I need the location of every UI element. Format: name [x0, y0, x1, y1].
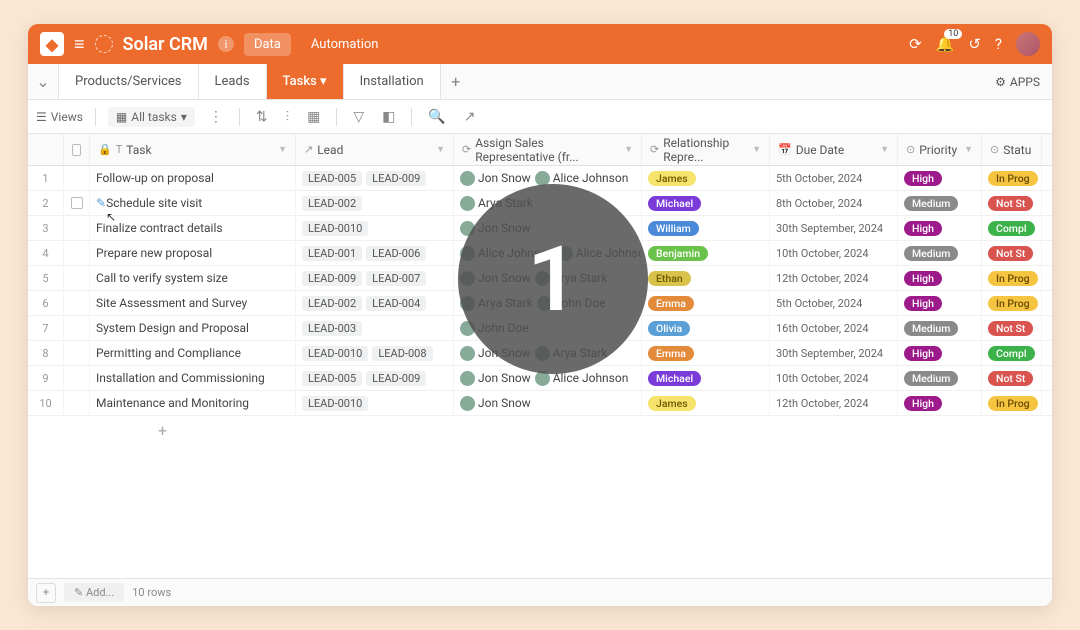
filter-icon[interactable]: ▽ [349, 107, 368, 127]
table-row[interactable]: 10Maintenance and MonitoringLEAD-0010Jon… [28, 391, 1052, 416]
sheet-tab-productsservices[interactable]: Products/Services [58, 64, 199, 99]
sheet-tab-tasks[interactable]: Tasks ▾ [267, 64, 344, 99]
table-row[interactable]: 1Follow-up on proposalLEAD-005LEAD-009Jo… [28, 166, 1052, 191]
col-lead[interactable]: ↗ Lead▼ [296, 134, 454, 165]
info-icon[interactable]: i [218, 36, 234, 52]
tab-data[interactable]: Data [244, 33, 291, 56]
app-title: Solar CRM [123, 34, 208, 55]
grid-header: 🔒T Task▼ ↗ Lead▼ ⟳ Assign Sales Represen… [28, 134, 1052, 166]
apps-button[interactable]: ⚙ APPS [983, 75, 1052, 89]
sheet-tab-installation[interactable]: Installation [344, 64, 441, 99]
table-row[interactable]: 5Call to verify system sizeLEAD-009LEAD-… [28, 266, 1052, 291]
views-button[interactable]: ☰ Views [36, 110, 83, 124]
cursor-icon: ↖ [106, 210, 116, 224]
color-icon[interactable]: ◧ [378, 107, 399, 127]
search-icon[interactable]: 🔍 [424, 107, 449, 127]
collapse-icon[interactable]: ⌄ [28, 72, 58, 91]
table-row[interactable]: 6Site Assessment and SurveyLEAD-002LEAD-… [28, 291, 1052, 316]
col-rel[interactable]: ⟳ Relationship Repre...▼ [642, 134, 770, 165]
add-field[interactable]: ✎ Add... [64, 583, 124, 602]
more-icon[interactable]: ⋮ [205, 107, 227, 127]
row-count: 10 rows [132, 586, 171, 599]
add-button[interactable]: + [36, 583, 56, 603]
col-sales[interactable]: ⟳ Assign Sales Representative (fr...▼ [454, 134, 642, 165]
col-priority[interactable]: ⊙ Priority▼ [898, 134, 982, 165]
table-row[interactable]: 8Permitting and ComplianceLEAD-0010LEAD-… [28, 341, 1052, 366]
table-row[interactable]: 2✎ Schedule site visitLEAD-002Arya Stark… [28, 191, 1052, 216]
app-logo[interactable]: ◆ [40, 32, 64, 56]
topbar: ◆ ≡ Solar CRM i Data Automation ⟳ 🔔10 ↺ … [28, 24, 1052, 64]
bell-icon[interactable]: 🔔10 [936, 35, 955, 53]
col-due[interactable]: 📅 Due Date▼ [770, 134, 898, 165]
tab-automation[interactable]: Automation [301, 33, 389, 56]
toolbar: ☰ Views ▦ All tasks ▾ ⋮ ⇅ ⫶ ▦ ▽ ◧ 🔍 ↗ [28, 100, 1052, 134]
notif-badge: 10 [944, 29, 962, 39]
col-status[interactable]: ⊙ Statu [982, 134, 1042, 165]
table-row[interactable]: 7System Design and ProposalLEAD-003John … [28, 316, 1052, 341]
history-icon[interactable]: ↺ [968, 35, 981, 53]
grid-body: 1Follow-up on proposalLEAD-005LEAD-009Jo… [28, 166, 1052, 416]
share-icon[interactable]: ↗ [460, 107, 480, 127]
view-selector[interactable]: ▦ All tasks ▾ [108, 107, 195, 127]
add-row[interactable]: + [28, 416, 1052, 444]
sheet-tabbar: ⌄ Products/ServicesLeadsTasks ▾Installat… [28, 64, 1052, 100]
footer: + ✎ Add... 10 rows [28, 578, 1052, 606]
table-row[interactable]: 4Prepare new proposalLEAD-001LEAD-006Ali… [28, 241, 1052, 266]
table-row[interactable]: 9Installation and CommissioningLEAD-005L… [28, 366, 1052, 391]
col-task[interactable]: 🔒T Task▼ [90, 134, 296, 165]
adjust-icon[interactable]: ⫶ [282, 107, 294, 127]
workspace-icon[interactable] [95, 35, 113, 53]
sync-icon[interactable]: ⟳ [909, 35, 922, 53]
hamburger-icon[interactable]: ≡ [74, 34, 85, 55]
add-sheet-button[interactable]: + [441, 72, 471, 91]
help-icon[interactable]: ? [995, 35, 1002, 53]
group-icon[interactable]: ▦ [303, 107, 324, 127]
sort-icon[interactable]: ⇅ [252, 107, 272, 127]
sheet-tab-leads[interactable]: Leads [199, 64, 267, 99]
user-avatar[interactable] [1016, 32, 1040, 56]
select-all[interactable] [64, 134, 90, 165]
table-row[interactable]: 3Finalize contract detailsLEAD-0010Jon S… [28, 216, 1052, 241]
